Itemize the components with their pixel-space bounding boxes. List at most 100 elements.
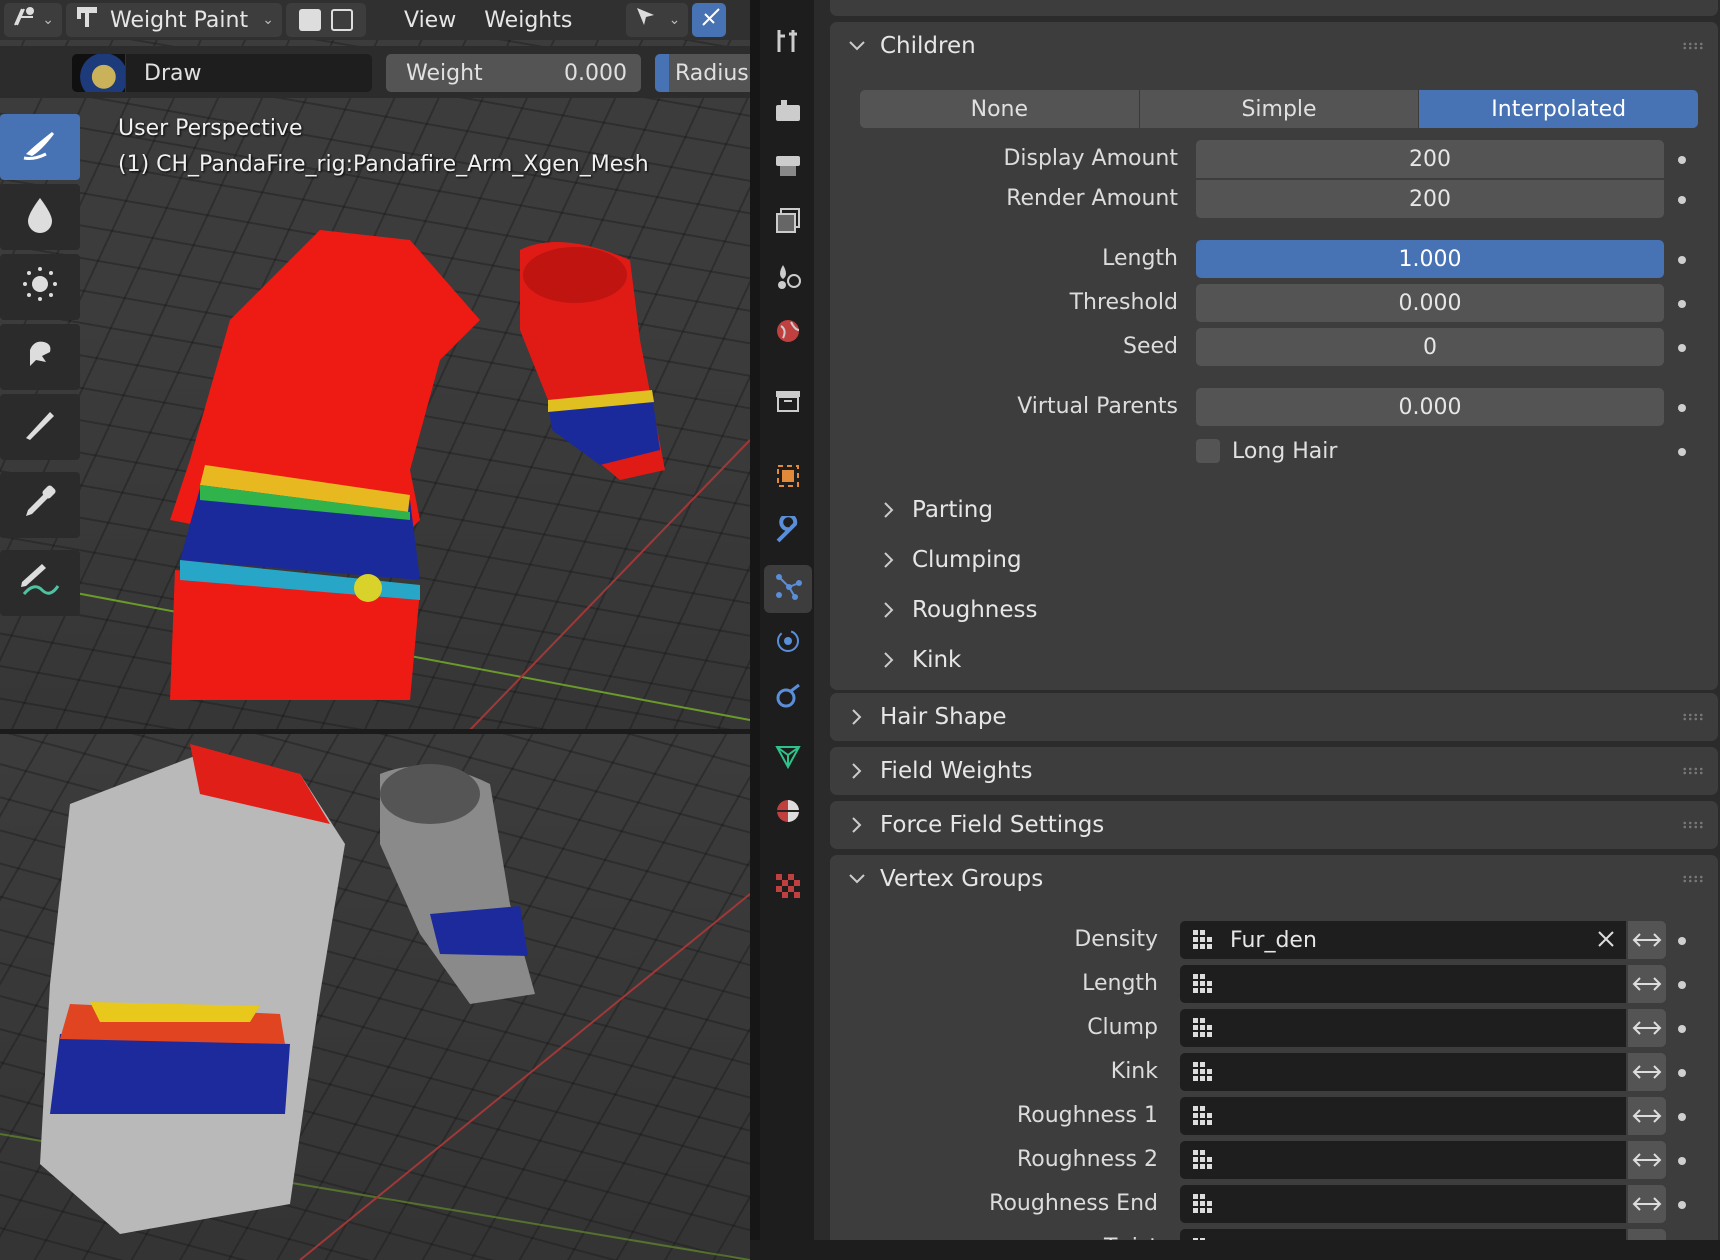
tab-material[interactable] bbox=[764, 790, 812, 838]
select-mode-button[interactable]: ⌄ bbox=[626, 3, 689, 37]
viewport-top-area[interactable] bbox=[0, 0, 750, 730]
keyframe-dot-icon[interactable] bbox=[1678, 937, 1686, 945]
close-icon[interactable] bbox=[1596, 929, 1616, 955]
drag-handle-icon[interactable] bbox=[1682, 713, 1704, 721]
tab-object-data[interactable] bbox=[764, 735, 812, 783]
tool-blur[interactable] bbox=[0, 184, 80, 250]
keyframe-dot-icon[interactable] bbox=[1678, 1069, 1686, 1077]
tab-tool[interactable] bbox=[764, 20, 812, 68]
mode-selector[interactable]: Weight Paint ⌄ bbox=[66, 3, 282, 37]
invert-toggle-button[interactable] bbox=[1628, 1097, 1666, 1135]
drag-handle-icon[interactable] bbox=[1682, 875, 1704, 883]
drag-handle-icon[interactable] bbox=[1682, 767, 1704, 775]
keyframe-dot-icon[interactable] bbox=[1678, 300, 1686, 308]
field-weights-panel-header[interactable]: Field Weights bbox=[830, 747, 1718, 795]
keyframe-dot-icon[interactable] bbox=[1678, 344, 1686, 352]
vertex-group-label-roughness-2: Roughness 2 bbox=[1016, 1147, 1158, 1172]
long-hair-row: Long Hair bbox=[830, 432, 1718, 470]
tab-texture[interactable] bbox=[764, 865, 812, 913]
tab-constraints[interactable] bbox=[764, 675, 812, 723]
tool-draw[interactable] bbox=[0, 114, 80, 180]
tab-particles[interactable] bbox=[764, 565, 812, 613]
long-hair-checkbox[interactable]: Long Hair bbox=[1196, 432, 1337, 470]
keyframe-dot-icon[interactable] bbox=[1678, 1157, 1686, 1165]
viewport-bottom-area[interactable] bbox=[0, 734, 750, 1260]
tool-sample-weight[interactable] bbox=[0, 472, 80, 538]
tab-scene[interactable] bbox=[764, 255, 812, 303]
tab-view-layer[interactable] bbox=[764, 200, 812, 248]
tab-object[interactable] bbox=[764, 455, 812, 503]
tab-world[interactable] bbox=[764, 310, 812, 358]
seed-field[interactable]: 0 bbox=[1196, 328, 1664, 366]
invert-toggle-button[interactable] bbox=[1628, 1141, 1666, 1179]
invert-toggle-button[interactable] bbox=[1628, 1229, 1666, 1240]
3d-viewport[interactable]: ⌄ Weight Paint ⌄ View Weights ⌄ Draw Wei… bbox=[0, 0, 750, 1260]
weight-slider[interactable]: Weight 0.000 bbox=[386, 54, 641, 92]
invert-toggle-button[interactable] bbox=[1628, 1053, 1666, 1091]
render-amount-label: Render Amount bbox=[1006, 186, 1178, 211]
threshold-field[interactable]: 0.000 bbox=[1196, 284, 1664, 322]
children-mode-interpolated[interactable]: Interpolated bbox=[1419, 90, 1699, 128]
keyframe-dot-icon[interactable] bbox=[1678, 1025, 1686, 1033]
render-amount-field[interactable]: 200 bbox=[1196, 180, 1664, 218]
keyframe-dot-icon[interactable] bbox=[1678, 256, 1686, 264]
subpanel-roughness[interactable]: Roughness bbox=[876, 590, 1037, 630]
invert-toggle-button[interactable] bbox=[1628, 1009, 1666, 1047]
vertex-group-field-twist[interactable] bbox=[1180, 1229, 1626, 1240]
vertex-group-field-kink[interactable] bbox=[1180, 1053, 1626, 1091]
subpanel-kink[interactable]: Kink bbox=[876, 640, 961, 680]
invert-arrows-icon bbox=[1632, 1064, 1662, 1080]
drag-handle-icon[interactable] bbox=[1682, 821, 1704, 829]
invert-toggle-button[interactable] bbox=[1628, 965, 1666, 1003]
display-amount-field[interactable]: 200 bbox=[1196, 140, 1664, 178]
tool-annotate[interactable] bbox=[0, 550, 80, 616]
area-split-handle[interactable] bbox=[750, 0, 760, 1260]
radius-slider[interactable]: Radius bbox=[655, 54, 750, 92]
wireframe-toggle-button[interactable] bbox=[286, 3, 366, 37]
tool-smear[interactable] bbox=[0, 324, 80, 390]
vertex-group-field-density[interactable]: Fur_den bbox=[1180, 921, 1626, 959]
menu-view[interactable]: View bbox=[390, 8, 470, 33]
length-field[interactable]: 1.000 bbox=[1196, 240, 1664, 278]
vertex-group-field-length[interactable] bbox=[1180, 965, 1626, 1003]
tab-collection[interactable] bbox=[764, 380, 812, 428]
drag-handle-icon[interactable] bbox=[1682, 42, 1704, 50]
tab-output[interactable] bbox=[764, 145, 812, 193]
keyframe-dot-icon[interactable] bbox=[1678, 196, 1686, 204]
symmetry-toggle-button[interactable] bbox=[692, 3, 727, 37]
invert-toggle-button[interactable] bbox=[1628, 1185, 1666, 1223]
children-mode-none[interactable]: None bbox=[860, 90, 1140, 128]
subpanel-parting[interactable]: Parting bbox=[876, 490, 993, 530]
tool-average[interactable] bbox=[0, 254, 80, 320]
keyframe-dot-icon[interactable] bbox=[1678, 1201, 1686, 1209]
vertex-group-field-roughness-end[interactable] bbox=[1180, 1185, 1626, 1223]
keyframe-dot-icon[interactable] bbox=[1678, 156, 1686, 164]
vertex-group-field-roughness-2[interactable] bbox=[1180, 1141, 1626, 1179]
subpanel-clumping[interactable]: Clumping bbox=[876, 540, 1022, 580]
force-field-panel-header[interactable]: Force Field Settings bbox=[830, 801, 1718, 849]
vertex-group-field-clump[interactable] bbox=[1180, 1009, 1626, 1047]
tab-physics[interactable] bbox=[764, 620, 812, 668]
keyframe-dot-icon[interactable] bbox=[1678, 1113, 1686, 1121]
keyframe-dot-icon[interactable] bbox=[1678, 981, 1686, 989]
data-icon bbox=[773, 741, 803, 777]
children-panel-header[interactable]: Children bbox=[830, 22, 1718, 70]
weight-paint-mode-icon bbox=[74, 4, 100, 36]
tab-render[interactable] bbox=[764, 90, 812, 138]
menu-weights[interactable]: Weights bbox=[470, 8, 586, 33]
keyframe-dot-icon[interactable] bbox=[1678, 404, 1686, 412]
invert-toggle-button[interactable] bbox=[1628, 921, 1666, 959]
vertex-group-field-roughness-1[interactable] bbox=[1180, 1097, 1626, 1135]
vertex-groups-panel-header[interactable]: Vertex Groups bbox=[830, 855, 1718, 903]
properties-editor[interactable]: Children None Simple Interpolated Displa… bbox=[814, 0, 1720, 1240]
tool-gradient[interactable] bbox=[0, 394, 80, 460]
hair-shape-panel-header[interactable]: Hair Shape bbox=[830, 693, 1718, 741]
brush-selector[interactable]: Draw bbox=[72, 54, 372, 92]
tab-modifiers[interactable] bbox=[764, 510, 812, 558]
editor-type-button[interactable]: ⌄ bbox=[4, 3, 62, 37]
children-mode-simple[interactable]: Simple bbox=[1139, 90, 1420, 128]
panel-viewport-display[interactable] bbox=[830, 0, 1718, 16]
chevron-down-icon bbox=[844, 873, 870, 885]
keyframe-dot-icon[interactable] bbox=[1678, 448, 1686, 456]
virtual-parents-field[interactable]: 0.000 bbox=[1196, 388, 1664, 426]
